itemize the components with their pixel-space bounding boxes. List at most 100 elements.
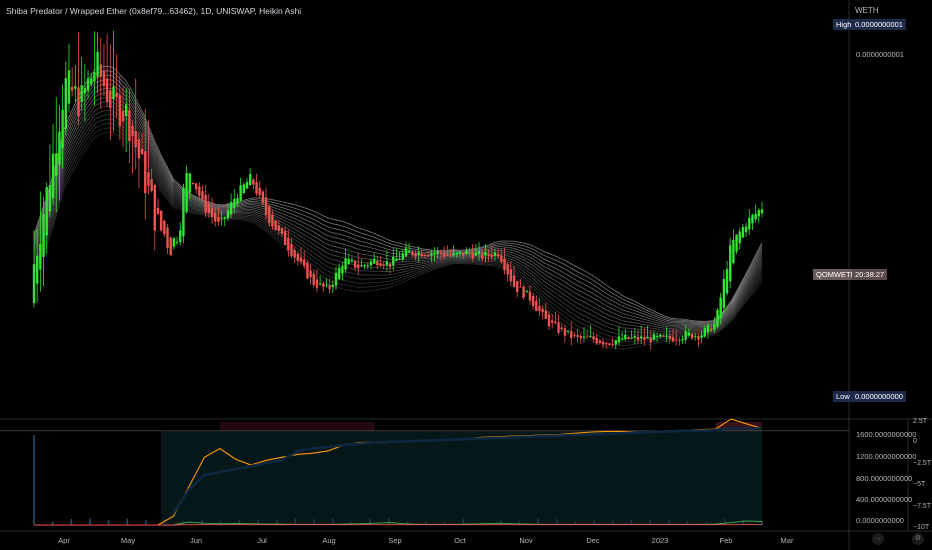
time-axis-label: Jul xyxy=(257,536,267,545)
candle-body xyxy=(722,278,726,308)
candle-body xyxy=(191,182,195,184)
candle-body xyxy=(268,206,271,224)
candle-body xyxy=(404,248,408,257)
candle-body xyxy=(83,87,87,94)
candle-body xyxy=(493,252,497,256)
candle-body xyxy=(528,291,532,301)
candle-body xyxy=(312,273,315,286)
candle-body xyxy=(706,324,710,333)
candle-body xyxy=(293,250,296,258)
candle-body xyxy=(589,336,592,338)
time-axis-label: Apr xyxy=(58,536,70,545)
candle-body xyxy=(570,331,573,339)
indicator-left-tick: 1200.0000000000 xyxy=(856,452,917,461)
go-to-realtime-icon[interactable]: → xyxy=(872,533,884,545)
candle-body xyxy=(39,244,42,270)
candle-body xyxy=(344,258,347,270)
indicator-pane xyxy=(0,422,849,525)
indicator-right-tick: −2.5T xyxy=(913,460,932,467)
time-axis-label: Oct xyxy=(454,536,466,545)
candle-body xyxy=(204,195,207,213)
candle-body xyxy=(525,290,528,293)
candle-body xyxy=(452,253,455,256)
price-chart[interactable] xyxy=(0,0,932,550)
candle-body xyxy=(531,295,535,307)
candle-body xyxy=(541,308,544,313)
candle-body xyxy=(646,336,649,339)
candle-body xyxy=(544,310,548,319)
candle-body xyxy=(668,335,672,339)
candle-body xyxy=(697,336,700,340)
candle-body xyxy=(261,191,265,204)
ribbon-line xyxy=(33,122,763,343)
candle-body xyxy=(760,209,764,214)
time-axis-label: Nov xyxy=(519,536,533,545)
ema-ribbon xyxy=(33,65,763,350)
time-axis-label: Jun xyxy=(189,536,203,545)
candle-body xyxy=(522,286,525,298)
candle-body xyxy=(58,131,61,165)
candle-body xyxy=(655,336,659,338)
candle-body xyxy=(665,335,668,337)
candle-body xyxy=(490,254,493,258)
candle-body xyxy=(334,272,338,286)
candle-body xyxy=(627,337,630,339)
candle-body xyxy=(70,86,74,91)
candle-body xyxy=(166,227,169,248)
candle-body xyxy=(51,153,55,199)
candle-body xyxy=(751,214,754,224)
candle-body xyxy=(48,184,52,212)
candle-body xyxy=(563,328,567,336)
candle-body xyxy=(277,225,280,231)
candle-body xyxy=(169,237,172,256)
candle-body xyxy=(748,217,751,230)
candle-body xyxy=(207,203,211,213)
candle-body xyxy=(306,262,309,279)
candle-body xyxy=(716,309,719,327)
candle-body xyxy=(366,265,369,267)
candle-body xyxy=(411,251,414,255)
candle-body xyxy=(738,231,741,244)
indicator-left-tick: 1600.0000000000 xyxy=(856,430,917,439)
candle-body xyxy=(729,245,732,282)
candle-body xyxy=(754,213,757,220)
candle-body xyxy=(296,253,300,261)
indicator-left-tick: 400.0000000000 xyxy=(856,495,913,504)
candle-body xyxy=(309,270,312,278)
candle-body xyxy=(468,252,471,254)
candle-body xyxy=(519,286,522,288)
candle-body xyxy=(280,228,284,234)
candle-body xyxy=(401,253,404,260)
low-value: 0.0000000000 xyxy=(852,391,906,402)
candle-body xyxy=(163,220,166,235)
candle-body xyxy=(652,334,656,341)
candle-body xyxy=(303,259,306,266)
candle-body xyxy=(598,340,602,344)
candle-body xyxy=(229,202,233,215)
ribbon-line xyxy=(33,92,763,328)
time-axis-label: Feb xyxy=(719,536,733,545)
candle-body xyxy=(614,340,617,345)
candle-body xyxy=(242,184,246,193)
candle-body xyxy=(325,284,328,286)
candle-body xyxy=(90,78,93,85)
settings-icon[interactable]: ⚙ xyxy=(912,533,924,545)
candle-body xyxy=(481,252,484,259)
candle-body xyxy=(115,92,118,98)
candle-body xyxy=(318,283,322,285)
candle-body xyxy=(725,269,729,294)
candle-body xyxy=(690,334,694,339)
candle-body xyxy=(331,284,335,287)
candle-body xyxy=(109,90,112,109)
candle-body xyxy=(118,94,122,127)
candle-body xyxy=(487,253,490,256)
candle-body xyxy=(357,264,360,269)
candle-body xyxy=(735,234,738,252)
candle-body xyxy=(121,110,125,122)
candle-body xyxy=(271,214,274,227)
candle-body xyxy=(96,51,99,77)
candle-body xyxy=(64,78,67,129)
candle-body xyxy=(239,185,242,201)
candle-body xyxy=(32,264,36,304)
candle-body xyxy=(430,253,433,256)
